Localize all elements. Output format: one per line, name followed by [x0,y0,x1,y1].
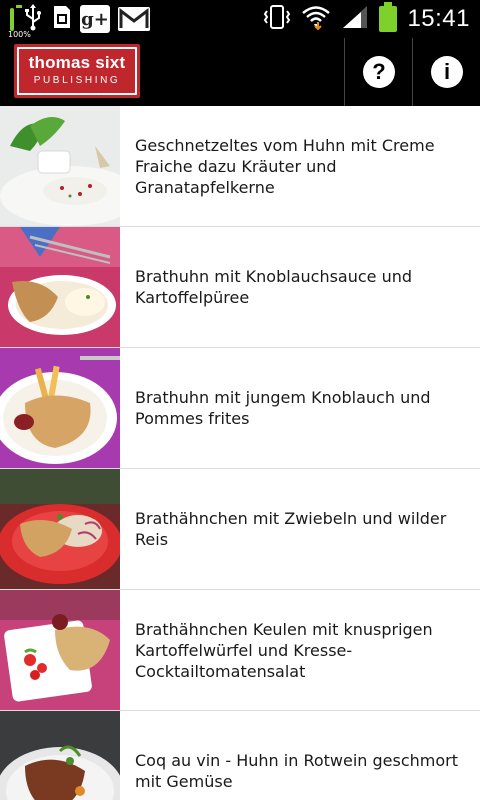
recipe-title: Coq au vin - Huhn in Rotwein geschmort m… [135,751,459,791]
recipe-thumbnail [0,348,120,468]
help-icon: ? [363,56,395,88]
publisher-logo[interactable]: thomas sixt PUBLISHING [14,44,140,98]
recipe-thumbnail [0,590,120,710]
wifi-icon [301,4,331,34]
app-bar: thomas sixt PUBLISHING ? i [0,38,480,106]
help-button[interactable]: ? [345,38,413,106]
recipe-title: Brathuhn mit Knoblauchsauce und Kartoffe… [135,267,413,307]
status-bar-system: 15:41 [263,2,470,34]
recipe-thumbnail [0,711,120,800]
vibrate-icon [263,4,291,34]
recipe-title: Geschnetzeltes vom Huhn mit Creme Fraich… [135,135,435,197]
google-plus-icon: g+ [80,5,110,33]
status-bar-notifications: 100% g+ [8,3,150,39]
gmail-icon [118,7,150,31]
recipe-list-item[interactable]: Brathuhn mit Knoblauchsauce und Kartoffe… [0,227,480,348]
recipe-thumbnail [0,106,120,226]
usb-icon [22,3,44,35]
battery-icon [379,2,398,32]
recipe-title: Brathähnchen Keulen mit knusprigen Karto… [135,619,433,681]
recipe-thumbnail [0,469,120,589]
recipe-thumbnail [0,227,120,347]
battery-full-notification-icon: 100% [8,7,31,39]
recipe-list-item[interactable]: Coq au vin - Huhn in Rotwein geschmort m… [0,711,480,800]
recipe-title: Brathuhn mit jungem Knoblauch und Pommes… [135,388,431,428]
logo-title: thomas sixt [28,53,126,72]
status-bar: 100% g+ 15:41 [0,0,480,39]
recipe-title: Brathähnchen mit Zwiebeln und wilder Rei… [135,509,447,549]
recipe-list-item[interactable]: Geschnetzeltes vom Huhn mit Creme Fraich… [0,106,480,227]
logo-subtitle: PUBLISHING [33,75,121,86]
recipe-list[interactable]: Geschnetzeltes vom Huhn mit Creme Fraich… [0,106,480,800]
status-clock: 15:41 [407,5,470,32]
recipe-list-item[interactable]: Brathuhn mit jungem Knoblauch und Pommes… [0,348,480,469]
recipe-list-item[interactable]: Brathähnchen Keulen mit knusprigen Karto… [0,590,480,711]
recipe-list-item[interactable]: Brathähnchen mit Zwiebeln und wilder Rei… [0,469,480,590]
info-icon: i [431,56,463,88]
signal-icon [341,4,369,34]
info-button[interactable]: i [413,38,480,106]
sd-card-icon [52,4,72,34]
